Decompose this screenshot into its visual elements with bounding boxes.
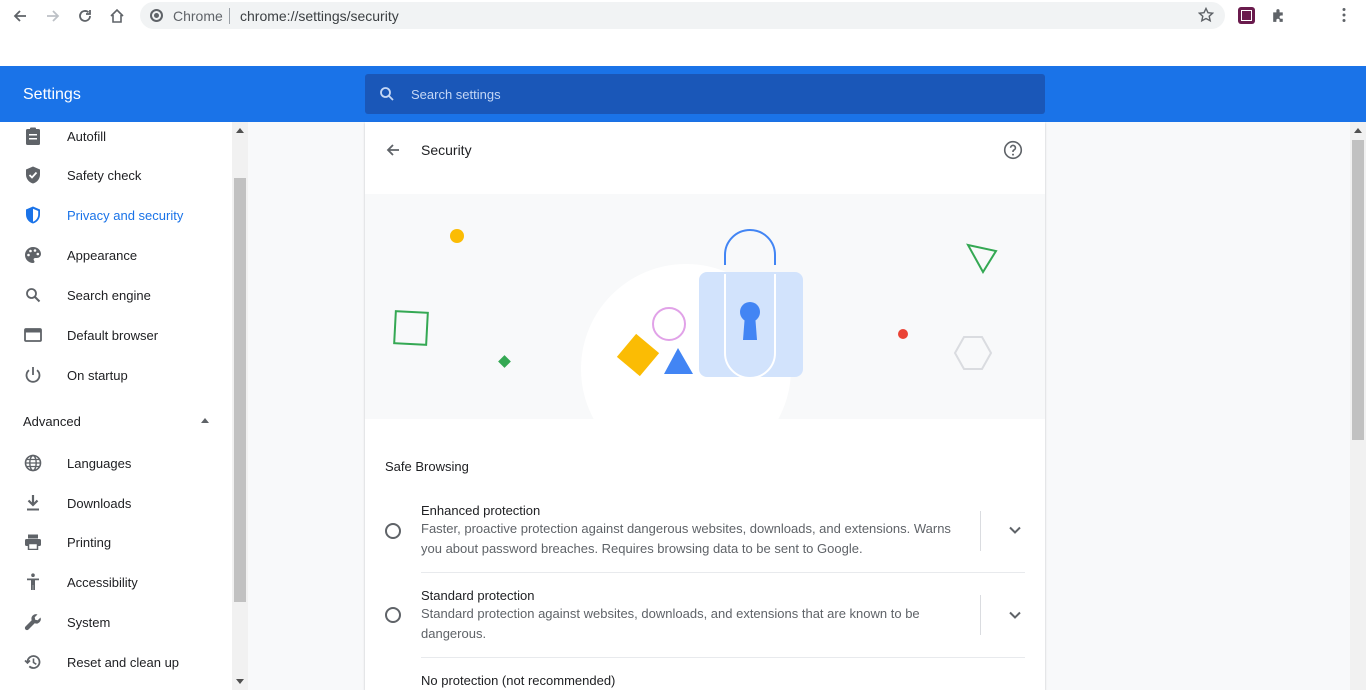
- sidebar-item-label: Accessibility: [67, 574, 138, 590]
- sidebar: Autofill Safety check Privacy and securi…: [0, 122, 248, 690]
- sidebar-item-default-browser[interactable]: Default browser: [0, 315, 232, 355]
- sidebar-item-label: Autofill: [67, 128, 107, 144]
- address-bar[interactable]: Chrome chrome://settings/security: [140, 2, 1225, 29]
- sidebar-item-printing[interactable]: Printing: [0, 522, 232, 562]
- sidebar-item-on-startup[interactable]: On startup: [0, 355, 232, 395]
- scrollbar-thumb[interactable]: [234, 178, 246, 602]
- sidebar-item-autofill[interactable]: Autofill: [0, 122, 232, 156]
- sidebar-item-languages[interactable]: Languages: [0, 443, 232, 483]
- extension-icon[interactable]: [1238, 7, 1255, 24]
- printer-icon: [24, 533, 42, 551]
- advanced-section-toggle[interactable]: Advanced: [23, 414, 81, 429]
- option-title: No protection (not recommended): [421, 673, 616, 688]
- sidebar-item-reset-and-clean-up[interactable]: Reset and clean up: [0, 642, 232, 682]
- forward-icon[interactable]: [41, 4, 65, 28]
- sidebar-item-label: Languages: [67, 455, 132, 471]
- caret-up-icon[interactable]: [201, 418, 209, 423]
- option-title: Standard protection: [421, 588, 535, 603]
- shield-half-icon: [24, 206, 42, 224]
- sidebar-item-system[interactable]: System: [0, 602, 232, 642]
- browser-window-icon: [24, 326, 42, 344]
- sidebar-item-label: On startup: [67, 367, 128, 383]
- sidebar-item-safety-check[interactable]: Safety check: [0, 155, 232, 195]
- sidebar-item-accessibility[interactable]: Accessibility: [0, 562, 232, 602]
- accessibility-icon: [24, 573, 42, 591]
- clipboard-icon: [24, 127, 42, 145]
- browser-toolbar: Chrome chrome://settings/security: [0, 0, 1366, 32]
- wrench-icon: [24, 613, 42, 631]
- scroll-down-arrow-icon[interactable]: [236, 679, 244, 684]
- history-icon: [24, 653, 42, 671]
- radio-button[interactable]: [385, 607, 401, 623]
- sidebar-item-label: Appearance: [67, 247, 138, 263]
- search-icon: [379, 86, 395, 107]
- sidebar-item-privacy-and-security[interactable]: Privacy and security: [0, 195, 232, 235]
- divider: [421, 657, 1025, 658]
- security-card: Security Safe Browsing Enhanced protecti…: [365, 122, 1045, 690]
- sidebar-item-downloads[interactable]: Downloads: [0, 483, 232, 523]
- home-icon[interactable]: [105, 4, 129, 28]
- sidebar-item-label: Reset and clean up: [67, 654, 180, 670]
- page-scrollbar[interactable]: [1350, 122, 1366, 690]
- sidebar-item-label: System: [67, 614, 111, 630]
- sidebar-item-search-engine[interactable]: Search engine: [0, 275, 232, 315]
- help-icon[interactable]: [1003, 140, 1023, 160]
- security-illustration: [365, 194, 1045, 419]
- download-icon: [24, 494, 42, 512]
- vertical-separator: [980, 595, 981, 635]
- section-heading: Security: [421, 142, 472, 158]
- scrollbar-thumb[interactable]: [1352, 140, 1364, 440]
- option-description: Standard protection against websites, do…: [421, 606, 920, 641]
- url-text[interactable]: chrome://settings/security: [240, 8, 399, 24]
- search-input[interactable]: [411, 74, 1011, 114]
- palette-icon: [24, 246, 42, 264]
- option-description: Faster, proactive protection against dan…: [421, 521, 951, 556]
- option-title: Enhanced protection: [421, 503, 541, 518]
- sidebar-item-label: Printing: [67, 534, 112, 550]
- shield-check-icon: [24, 166, 42, 184]
- puzzle-icon[interactable]: [1270, 7, 1287, 29]
- reload-icon[interactable]: [73, 4, 97, 28]
- chrome-icon: [150, 9, 163, 22]
- radio-button[interactable]: [385, 523, 401, 539]
- back-icon[interactable]: [8, 4, 32, 28]
- safe-browsing-heading: Safe Browsing: [385, 459, 469, 474]
- star-icon[interactable]: [1197, 6, 1215, 28]
- vertical-separator: [980, 511, 981, 551]
- expand-chevron-icon[interactable]: [1003, 518, 1027, 542]
- search-box[interactable]: [365, 74, 1045, 114]
- scroll-up-arrow-icon[interactable]: [1354, 128, 1362, 133]
- globe-icon: [24, 454, 42, 472]
- settings-header: Settings: [0, 66, 1366, 122]
- sidebar-item-label: Default browser: [67, 327, 159, 343]
- menu-icon[interactable]: [1336, 7, 1352, 28]
- divider: [421, 572, 1025, 573]
- page-title: Settings: [23, 86, 81, 103]
- expand-chevron-icon[interactable]: [1003, 603, 1027, 627]
- sidebar-scrollbar[interactable]: [232, 122, 248, 690]
- sidebar-item-label: Search engine: [67, 287, 151, 303]
- sidebar-item-label: Downloads: [67, 495, 132, 511]
- divider: [229, 8, 230, 24]
- scroll-up-arrow-icon[interactable]: [236, 128, 244, 133]
- power-icon: [24, 366, 42, 384]
- card-header: Security: [365, 122, 1045, 178]
- site-name: Chrome: [173, 8, 223, 24]
- sidebar-item-label: Safety check: [67, 167, 142, 183]
- sidebar-item-label: Privacy and security: [67, 207, 184, 223]
- search-icon: [24, 286, 42, 304]
- back-arrow-icon[interactable]: [381, 138, 405, 162]
- sidebar-item-appearance[interactable]: Appearance: [0, 235, 232, 275]
